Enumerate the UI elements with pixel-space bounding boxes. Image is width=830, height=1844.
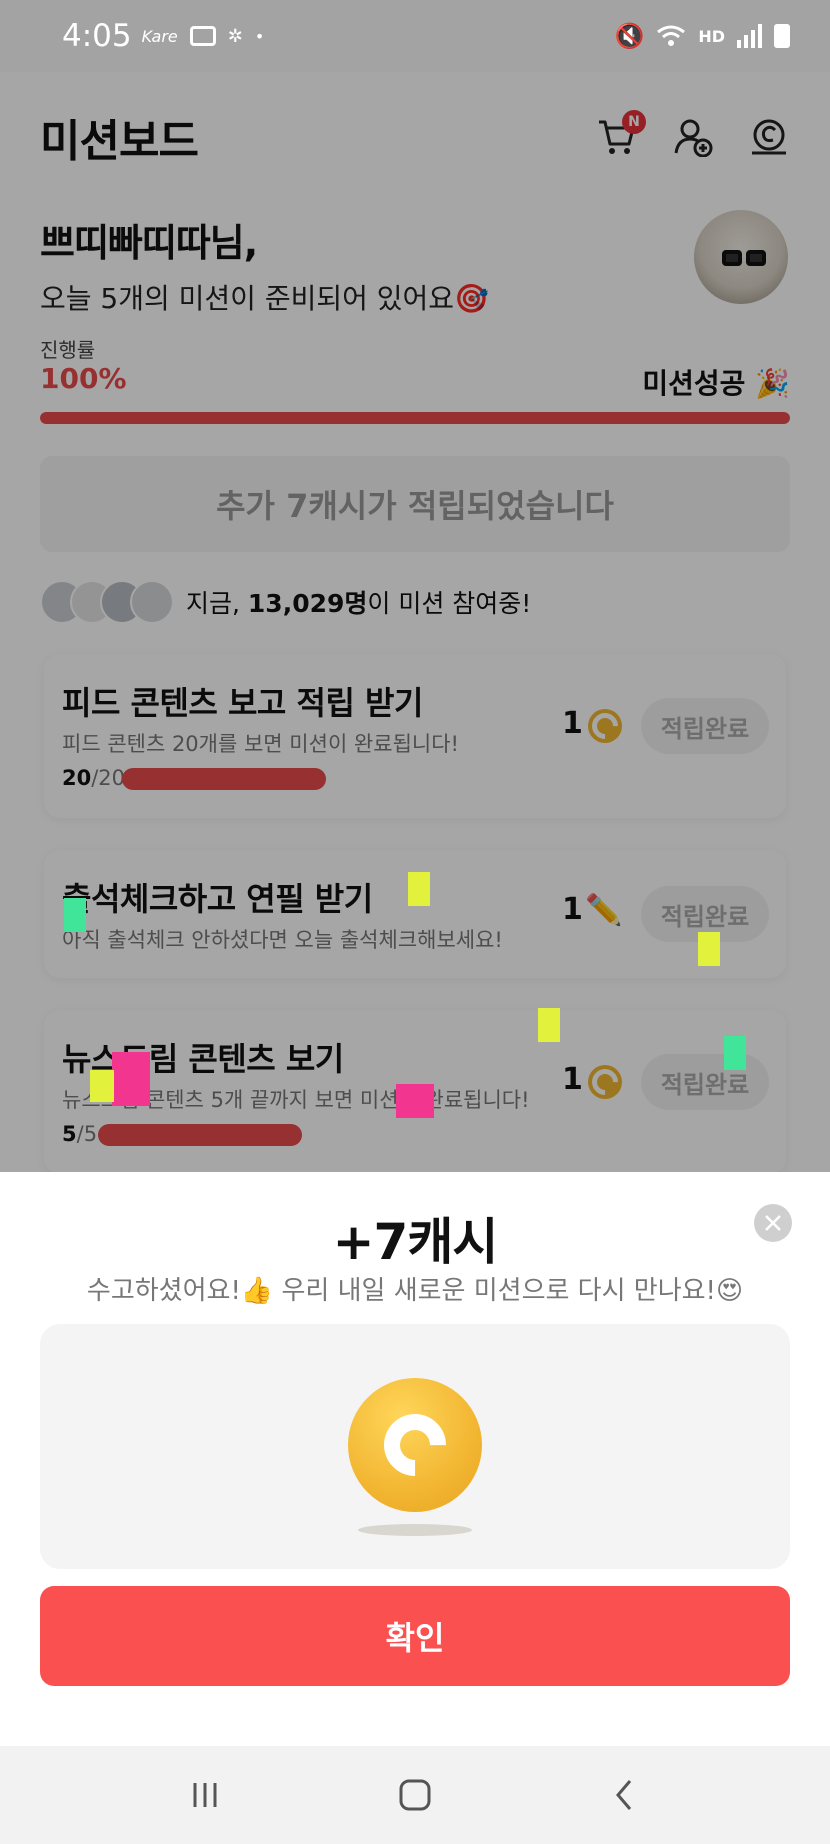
confetti-piece <box>64 898 86 932</box>
confetti-piece <box>112 1052 150 1106</box>
reward-bottom-sheet: +7캐시 수고하셨어요!👍 우리 내일 새로운 미션으로 다시 만나요!😍 확인 <box>0 1172 830 1746</box>
status-bar: 4:05 Kare ✲ • 🔇 HD <box>0 0 830 72</box>
confetti-piece <box>90 1070 114 1102</box>
grid-dots-icon: ✲ <box>227 25 243 47</box>
back-button[interactable] <box>595 1765 655 1825</box>
kare-icon: Kare <box>141 26 178 46</box>
close-icon <box>765 1215 781 1231</box>
dot-icon: • <box>254 26 265 46</box>
confetti-piece <box>698 932 720 966</box>
hd-voice-icon: HD <box>698 26 725 46</box>
coin-shadow <box>358 1524 472 1536</box>
wifi-icon <box>657 25 686 46</box>
confetti-piece <box>724 1036 746 1070</box>
cash-coin-icon <box>348 1378 482 1512</box>
confetti-piece <box>538 1008 560 1042</box>
reward-amount-title: +7캐시 <box>332 1213 499 1271</box>
system-nav-bar <box>0 1746 830 1844</box>
back-icon <box>616 1780 632 1810</box>
status-time: 4:05 <box>62 18 132 54</box>
recent-apps-icon <box>193 1783 217 1807</box>
reward-message: 수고하셨어요!👍 우리 내일 새로운 미션으로 다시 만나요!😍 <box>86 1276 744 1306</box>
confetti-piece <box>408 872 430 906</box>
close-button[interactable] <box>754 1204 792 1242</box>
signal-icon <box>737 24 762 48</box>
coin-illustration <box>40 1324 790 1569</box>
home-icon <box>399 1779 431 1811</box>
dim-overlay[interactable] <box>0 72 830 1172</box>
battery-icon <box>774 24 790 48</box>
recent-apps-button[interactable] <box>175 1765 235 1825</box>
mute-icon: 🔇 <box>614 22 645 50</box>
notification-box-icon <box>189 26 216 46</box>
home-button[interactable] <box>385 1765 445 1825</box>
confirm-button[interactable]: 확인 <box>40 1586 790 1686</box>
confetti-piece <box>396 1084 434 1118</box>
